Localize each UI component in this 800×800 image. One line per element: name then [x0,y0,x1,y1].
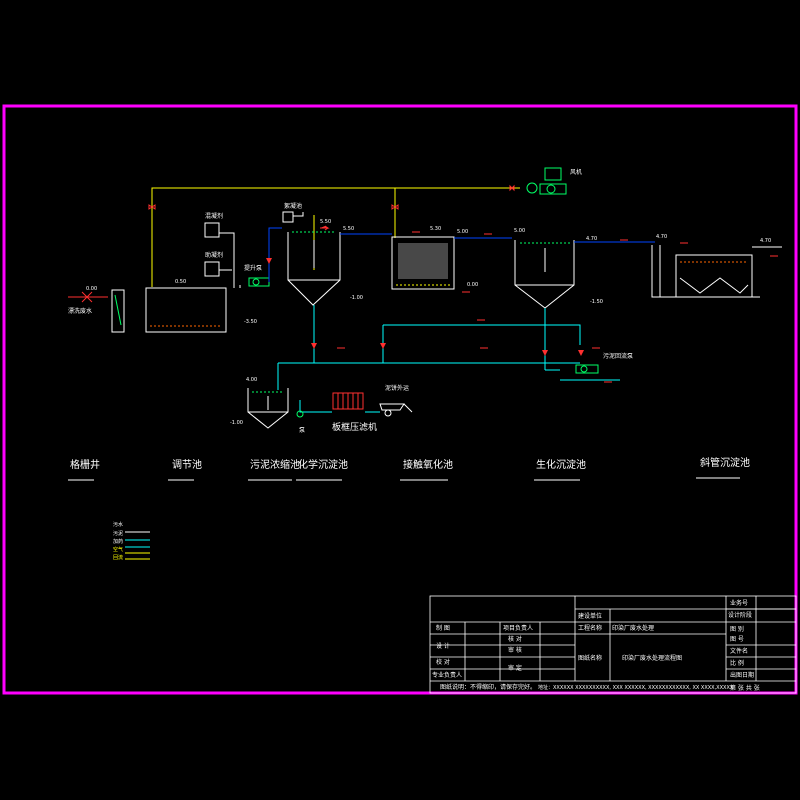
raw-water-label: 漂洗废水 [68,307,92,315]
unit-label-contact-ox: 接触氧化池 [403,458,453,471]
lift-pump-icon [248,277,270,287]
unit-label-bar-screen: 格栅井 [70,458,100,471]
level-contact-right: 5.00 [457,229,468,235]
level-chem-out: 5.50 [343,226,354,232]
coagulant-label: 混凝剂 [205,212,223,220]
unit-label-chem-sed: 化学沉淀池 [298,458,348,471]
bio-sedimentation-tank [514,240,575,309]
legend-label-0: 污水 [113,521,123,528]
tb-sheet: 第 张 共 张 [730,684,760,692]
sludge-cart-icon [379,403,413,417]
filter-press-icon [332,392,364,410]
tb-tech-lead: 专业负责人 [432,671,462,679]
tb-review: 审 核 [508,646,522,654]
level-bio-bottom: -1.50 [590,299,603,305]
flocculant-tank [204,261,220,277]
level-contact-left: 5.30 [430,226,441,232]
level-contact-base: 0.00 [467,282,478,288]
tb-drawing-no: 图 别 [730,625,744,633]
level-eq-bottom: -3.50 [244,319,257,325]
level-thick-bottom: -1.00 [230,420,243,426]
bar-screen [114,294,122,326]
contact-oxidation-tank [391,236,455,290]
tb-design-stage: 设计阶段 [728,611,752,619]
level-incl-right: 4.70 [760,238,771,244]
lift-valve [266,258,272,264]
raw-water-arrow [68,291,108,303]
tb-proofread: 校 对 [436,658,450,666]
blower-label: 风机 [570,168,582,176]
level-chem-top: 5.50 [320,219,331,225]
level-eq-top: 0.50 [175,279,186,285]
title-block-text: 业务号 建设单位 设计阶段 工程名称 印染厂废水处理 制 图 项目负责人 图 别… [432,599,760,692]
lift-line [268,227,282,282]
level-thick-top: 4.00 [246,377,257,383]
level-bio-right: 4.70 [586,236,597,242]
air-valve [148,184,515,210]
lift-pump-label: 提升泵 [244,264,262,272]
legend-label-1: 污泥 [113,530,123,537]
flocculant-label: 助凝剂 [205,251,223,259]
process-flow-diagram: 风机 0.00 漂洗废水 0.50 -3.50 混凝剂 助凝剂 提升泵 絮凝池 … [2,104,798,695]
sludge-lines [277,305,620,413]
unit-label-thickener: 污泥浓缩池 [250,458,300,471]
inclined-tube-settler [651,245,760,298]
floc-tank [282,211,294,223]
thickener-pump-label: 泵 [299,427,305,434]
floc-tank-label: 絮凝池 [284,202,302,210]
coagulant-tank [204,222,220,238]
unit-label-bio-sed: 生化沉淀池 [536,458,586,471]
legend: 污水 污泥 加药 空气 回流 [113,521,150,561]
level-incl-left: 4.70 [656,234,667,240]
legend-label-3: 空气 [113,546,123,553]
tb-note: 图纸说明：不得缩印，请保存完好。 [440,683,536,691]
tb-owner: 业务号 [730,599,748,607]
tb-project-name: 印染厂废水处理 [612,624,654,632]
flow-arrows [320,225,778,383]
unit-label-equalization: 调节池 [172,458,202,471]
equalization-tank [145,287,227,333]
tb-design-unit: 建设单位 [578,612,602,620]
drawing-frame [2,104,798,695]
filter-press-label: 板框压滤机 [332,421,377,433]
tb-figure-no: 图 号 [730,636,744,643]
level-grid-top: 0.00 [86,286,97,292]
tb-design: 设 计 [436,642,450,650]
tb-scale: 比 例 [730,659,744,667]
blower-icon [526,167,567,195]
tb-check: 核 对 [508,635,522,643]
sludge-pump-label: 污泥回流泵 [603,352,633,360]
process-unit-labels: 格栅井 调节池 污泥浓缩池 化学沉淀池 接触氧化池 生化沉淀池 斜管沉淀池 [68,456,750,481]
tb-project-name-label: 工程名称 [578,624,602,632]
sludge-cart-label: 泥饼外运 [385,384,409,392]
sludge-valves [311,343,548,356]
tb-address: 地址：XXXXXX XXXXXXXXXX, XXX XXXXXX, XXXXXX… [538,684,734,691]
level-chem-bottom: -1.00 [350,295,363,301]
level-bio-top: 5.00 [514,228,525,234]
tb-file: 文件名 [730,647,748,655]
unit-label-inclined: 斜管沉淀池 [700,456,750,469]
tb-approve: 审 定 [508,664,522,672]
legend-label-2: 加药 [113,538,123,545]
sludge-return-pump-icon [575,364,599,374]
coagulant-line [219,232,235,288]
tb-drawing-title-label: 图纸名称 [578,654,602,662]
legend-label-4: 回流 [113,554,123,561]
sludge-thickener [247,388,289,429]
tb-date: 出图日期 [730,671,754,679]
tb-drawn: 制 图 [436,624,450,632]
tb-drawing-title: 印染厂废水处理流程图 [622,654,682,662]
tb-project-lead: 项目负责人 [503,624,533,632]
